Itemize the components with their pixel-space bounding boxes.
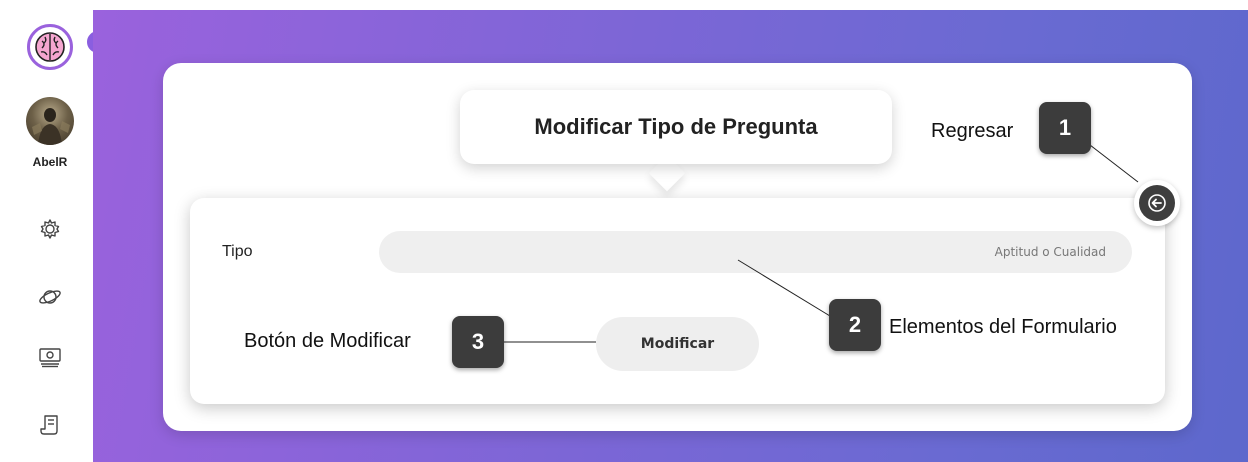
- annotation-badge-1: 1: [1039, 102, 1091, 154]
- annotation-badge-2: 2: [829, 299, 881, 351]
- annotation-badge-3: 3: [452, 316, 504, 368]
- annotation-label-1: Regresar: [931, 120, 1014, 142]
- annotation-label-3: Botón de Modificar: [244, 330, 411, 352]
- annotation-lines: [503, 144, 1139, 343]
- annotation-label-2: Elementos del Formulario: [889, 316, 1117, 338]
